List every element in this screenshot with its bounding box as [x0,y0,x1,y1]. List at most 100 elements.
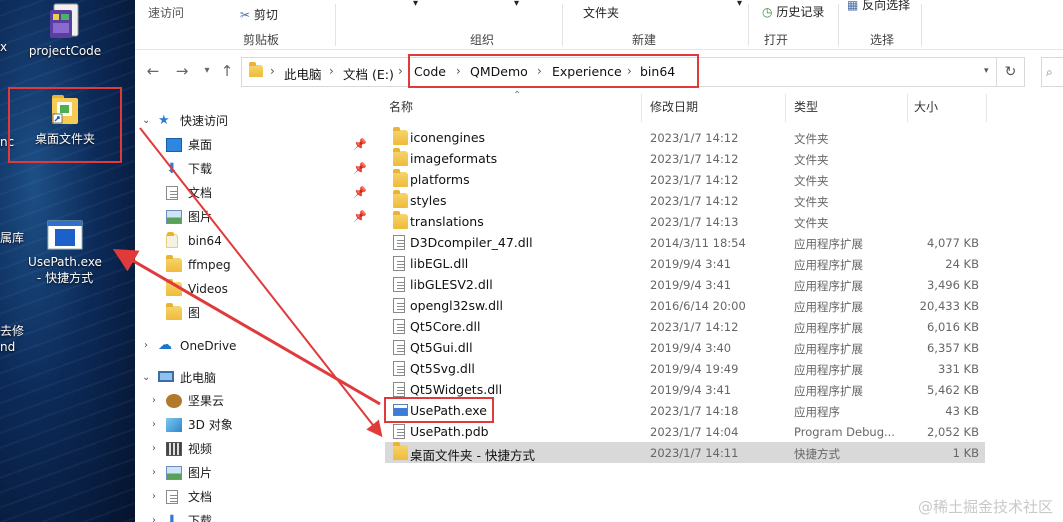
expand-chevron-icon[interactable]: › [152,438,156,460]
dll-file-icon [393,361,405,376]
file-size: 24 KB [945,257,979,271]
chevron-down-icon[interactable]: ▾ [514,0,519,9]
ribbon-divider [335,4,336,46]
file-type: 文件夹 [794,195,829,209]
cut-label: 剪切 [253,8,278,22]
picture-icon [166,210,182,224]
expand-chevron-icon[interactable]: › [152,390,156,412]
refresh-icon[interactable]: ↻ [997,57,1025,87]
file-row[interactable]: Qt5Gui.dll 2019/9/4 3:40 应用程序扩展 6,357 KB [385,337,985,358]
column-header-type[interactable]: 类型 [794,98,818,115]
dll-file-icon [393,340,405,355]
desktop: x nc 属库 去修 nd projectCode 桌面文件夹 UsePath.… [0,0,135,522]
file-date: 2023/1/7 14:12 [650,194,739,208]
breadcrumb-separator-icon: › [270,64,275,78]
breadcrumb-documents-e[interactable]: 文档 (E:) [343,64,394,83]
column-divider[interactable] [907,94,908,122]
folder-icon [393,127,408,145]
ribbon-divider [748,4,749,46]
column-header-date[interactable]: 修改日期 [650,98,698,115]
chevron-down-icon[interactable]: ▾ [737,0,742,9]
desktop-icon-exe-shortcut[interactable]: UsePath.exe - 快捷方式 [10,188,120,302]
address-dropdown-chevron-icon[interactable]: ▾ [984,66,989,76]
folder-icon [393,211,408,229]
column-divider[interactable] [986,94,987,122]
nav-label: 桌面 [188,138,213,152]
address-highlight-box [408,54,699,88]
file-name: iconengines [410,130,486,145]
nav-label: 下载 [188,514,213,522]
pin-icon[interactable]: 📌 [353,134,367,156]
dll-file-icon [393,277,405,292]
recent-locations-chevron-icon[interactable]: ▾ [198,62,216,80]
chevron-down-icon[interactable]: ▾ [413,0,418,9]
expand-chevron-icon[interactable]: › [152,486,156,508]
exe-highlight-box [384,397,494,423]
expand-chevron-icon[interactable]: › [144,335,148,357]
pin-icon[interactable]: 📌 [353,206,367,228]
expand-chevron-icon[interactable]: › [152,510,156,522]
nav-label: OneDrive [180,339,237,353]
file-row[interactable]: iconengines 2023/1/7 14:12 文件夹 [385,127,985,148]
pin-icon[interactable]: 📌 [353,158,367,180]
file-row[interactable]: libGLESV2.dll 2019/9/4 3:41 应用程序扩展 3,496… [385,274,985,295]
folder-icon [393,169,408,187]
invert-selection-label: 反向选择 [862,0,911,12]
desktop-icon-projectcode[interactable]: projectCode [10,2,120,58]
history-icon: ◷ [762,5,773,19]
ribbon-divider [921,4,922,46]
new-folder-button[interactable]: 文件夹 [583,4,619,21]
desktop-icon [166,138,182,152]
breadcrumb-this-pc[interactable]: 此电脑 [284,64,322,83]
nav-label: 坚果云 [188,394,225,408]
forward-arrow-icon[interactable]: → [173,62,191,80]
file-row[interactable]: Qt5Core.dll 2023/1/7 14:12 应用程序扩展 6,016 … [385,316,985,337]
file-row[interactable]: UsePath.pdb 2023/1/7 14:04 Program Debug… [385,421,985,442]
watermark: @稀土掘金技术社区 [917,498,1053,516]
file-row[interactable]: platforms 2023/1/7 14:12 文件夹 [385,169,985,190]
file-row[interactable]: D3Dcompiler_47.dll 2014/3/11 18:54 应用程序扩… [385,232,985,253]
file-row-selected[interactable]: 桌面文件夹 - 快捷方式 2023/1/7 14:11 快捷方式 1 KB [385,442,985,463]
file-size: 43 KB [945,404,979,418]
column-divider[interactable] [641,94,642,122]
file-type: 应用程序扩展 [794,363,863,377]
expand-chevron-icon[interactable]: ⌄ [142,110,150,132]
dll-file-icon [393,298,405,313]
file-size: 20,433 KB [919,299,979,313]
file-row[interactable]: opengl32sw.dll 2016/6/14 20:00 应用程序扩展 20… [385,295,985,316]
file-type: 快捷方式 [794,447,840,461]
nut-cloud-icon [166,394,182,408]
cut-button[interactable]: ✂ 剪切 [240,6,278,23]
file-row[interactable]: styles 2023/1/7 14:12 文件夹 [385,190,985,211]
nav-label: ffmpeg [188,258,231,272]
computer-icon [158,371,174,382]
folder-icon [393,190,408,208]
up-arrow-icon[interactable]: ↑ [218,62,236,80]
column-header-size[interactable]: 大小 [914,98,938,115]
file-date: 2023/1/7 14:13 [650,215,739,229]
file-name: libEGL.dll [410,256,469,271]
file-name: translations [410,214,484,229]
expand-chevron-icon[interactable]: › [152,462,156,484]
search-icon[interactable]: ⌕ [1041,57,1063,87]
file-name: imageformats [410,151,498,166]
expand-chevron-icon[interactable]: ⌄ [142,367,150,389]
nav-label: 3D 对象 [188,418,233,432]
column-header-name[interactable]: 名称 [389,98,413,115]
file-row[interactable]: libEGL.dll 2019/9/4 3:41 应用程序扩展 24 KB [385,253,985,274]
pin-icon[interactable]: 📌 [353,182,367,204]
file-name: opengl32sw.dll [410,298,503,313]
desktop-edge-label: nd [0,340,16,354]
column-divider[interactable] [785,94,786,122]
desktop-edge-label: x [0,40,8,54]
picture-icon [166,466,182,480]
file-row[interactable]: imageformats 2023/1/7 14:12 文件夹 [385,148,985,169]
expand-chevron-icon[interactable]: › [152,414,156,436]
quick-access-pin-button[interactable]: 速访问 [148,4,184,21]
back-arrow-icon[interactable]: ← [144,62,162,80]
file-row[interactable]: Qt5Svg.dll 2019/9/4 19:49 应用程序扩展 331 KB [385,358,985,379]
invert-selection-button[interactable]: ▦ 反向选择 [847,0,910,13]
dll-file-icon [393,256,405,271]
file-row[interactable]: translations 2023/1/7 14:13 文件夹 [385,211,985,232]
history-button[interactable]: ◷ 历史记录 [762,3,824,20]
